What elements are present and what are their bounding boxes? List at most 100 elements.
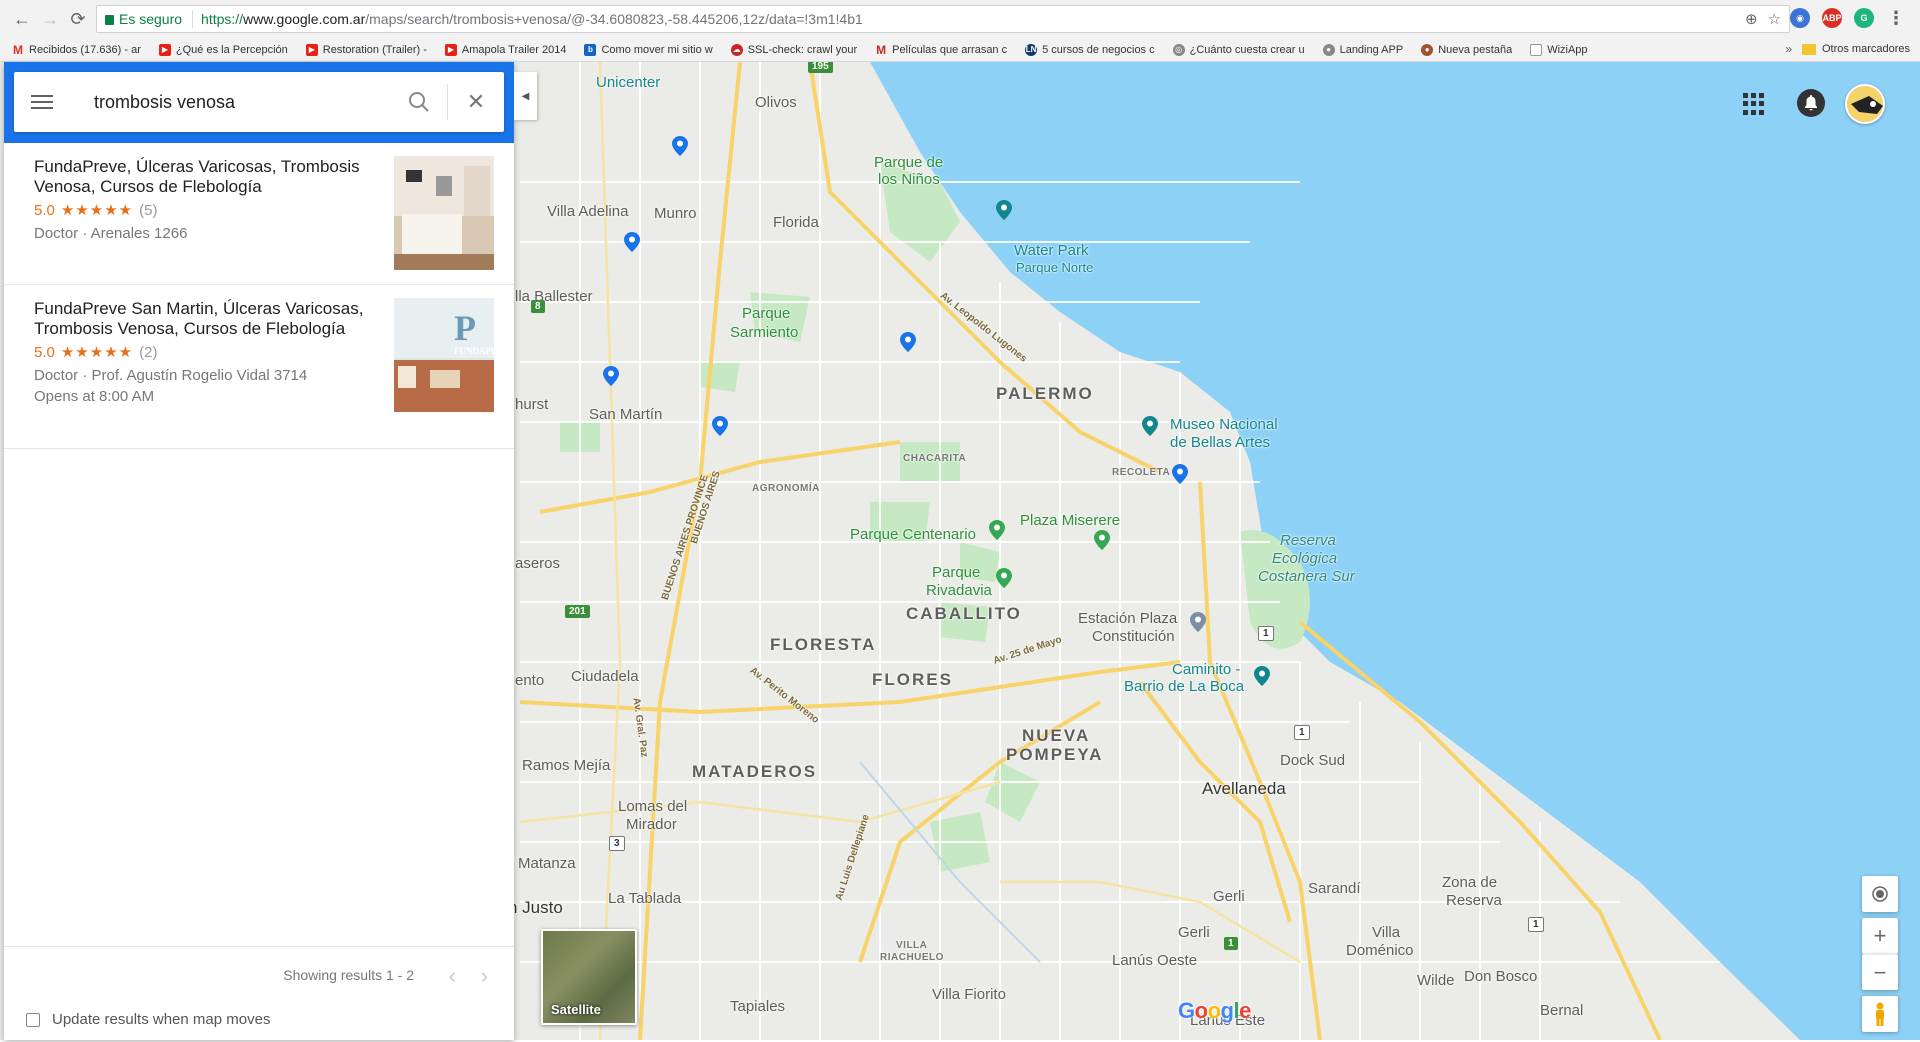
park-pin-icon[interactable] (989, 520, 1005, 540)
map-label-villa-dominico: Villa (1372, 924, 1401, 941)
caminito-pin-icon[interactable] (1254, 666, 1270, 686)
map-label-parque-sarmiento-2[interactable]: Sarmiento (730, 324, 798, 341)
url-path: /maps/search/trombosis+venosa/@-34.60808… (365, 11, 863, 27)
rating-value: 5.0 (34, 343, 55, 361)
checkbox[interactable] (26, 1012, 40, 1027)
result-item[interactable]: FundaPreve, Úlceras Varicosas, Trombosis… (4, 143, 514, 285)
search-header: ✕ (4, 62, 514, 143)
result-name[interactable]: FundaPreve San Martin, Úlceras Varicosas… (34, 299, 379, 339)
bookmark-item[interactable]: M Películas que arrasan c (875, 44, 1007, 56)
map-label-parque-rivadavia[interactable]: Parque (932, 564, 980, 581)
place-pin-icon[interactable] (603, 366, 619, 386)
update-results-toggle[interactable]: Update results when map moves (26, 1011, 270, 1028)
map-label-estacion-2[interactable]: Constitución (1092, 628, 1175, 645)
map-label-recoleta: RECOLETA (1112, 467, 1171, 478)
browser-menu-icon[interactable]: ⋮ (1886, 8, 1906, 28)
more-bookmarks-button[interactable]: » (1785, 42, 1792, 56)
map-label-parque-sarmiento[interactable]: Parque (742, 305, 790, 322)
back-button[interactable]: ← (8, 5, 36, 33)
review-count[interactable]: (2) (139, 344, 157, 361)
map-label-parque-ninos-2[interactable]: los Niños (878, 171, 940, 188)
map-label-parque-ninos[interactable]: Parque de (874, 154, 943, 171)
zoom-icon[interactable]: ⊕ (1745, 10, 1758, 28)
bookmark-item[interactable]: ▶ ¿Qué es la Percepción (158, 43, 288, 56)
prev-page-button[interactable]: ‹ (449, 963, 456, 989)
collapse-panel-button[interactable]: ◀ (514, 72, 537, 120)
result-name[interactable]: FundaPreve, Úlceras Varicosas, Trombosis… (34, 157, 379, 197)
map-label-villa-dominico-2: Doménico (1346, 942, 1414, 959)
map-label-caminito[interactable]: Caminito - (1172, 661, 1240, 678)
station-pin-icon[interactable] (1190, 612, 1206, 632)
pegman-icon[interactable] (1862, 996, 1898, 1032)
map-label-parque-rivadavia-2[interactable]: Rivadavia (926, 582, 992, 599)
secure-indicator[interactable]: Es seguro (105, 10, 194, 28)
map-label-avellaneda: Avellaneda (1202, 779, 1286, 798)
bookmark-item[interactable]: LN 5 cursos de negocios c (1025, 43, 1155, 56)
review-count[interactable]: (5) (139, 202, 157, 219)
bookmark-item[interactable]: ● Nueva pestaña (1421, 43, 1512, 56)
map-label-villa-ballester: lla Ballester (515, 288, 593, 305)
place-pin-icon[interactable] (1172, 464, 1188, 484)
map-label-unicenter[interactable]: Unicenter (596, 74, 660, 91)
map-label-museo-2[interactable]: de Bellas Artes (1170, 434, 1270, 451)
map-label-bernal: Bernal (1540, 1002, 1584, 1019)
place-pin-icon[interactable] (900, 332, 916, 352)
place-pin-icon[interactable] (672, 136, 688, 156)
map-label-zona-reserva: Zona de (1442, 874, 1498, 891)
zoom-in-button[interactable]: + (1862, 918, 1898, 954)
adblock-extension-icon[interactable]: ABP (1822, 8, 1842, 28)
search-icon[interactable] (391, 72, 447, 132)
water-park-pin-icon[interactable] (996, 200, 1012, 220)
map-label-don-bosco: Don Bosco (1464, 968, 1538, 985)
notifications-icon[interactable] (1797, 89, 1825, 117)
blog-icon: b (584, 43, 597, 56)
map-label-nueva-pompeya: NUEVA (1022, 726, 1091, 745)
forward-button[interactable]: → (36, 5, 64, 33)
bookmark-item[interactable]: WiziApp (1530, 43, 1588, 56)
map-label-estacion[interactable]: Estación Plaza (1078, 610, 1177, 627)
map-label-museo[interactable]: Museo Nacional (1170, 416, 1278, 433)
extension-icon[interactable]: ◉ (1790, 8, 1810, 28)
bookmark-item[interactable]: ◎ ¿Cuánto cuesta crear u (1172, 43, 1305, 56)
other-bookmarks-folder[interactable]: Otros marcadores (1801, 43, 1910, 55)
browser-toolbar: ← → ⟳ Es seguro https://www.google.com.a… (0, 0, 1920, 38)
route-shield: 8 (531, 300, 545, 313)
photo-caption: FUNDAPREV (454, 346, 494, 356)
bookmark-item[interactable]: ▶ Amapola Trailer 2014 (444, 43, 566, 56)
result-photo[interactable] (394, 156, 494, 270)
map-label-plaza-miserere[interactable]: Plaza Miserere (1020, 512, 1120, 529)
zoom-out-button[interactable]: − (1862, 954, 1898, 990)
apps-grid-icon[interactable] (1743, 93, 1765, 115)
route-shield: 195 (808, 62, 833, 73)
menu-icon[interactable] (14, 72, 70, 132)
bookmark-item[interactable]: b Como mover mi sitio w (584, 43, 713, 56)
next-page-button[interactable]: › (481, 963, 488, 989)
map-label-parque-centenario[interactable]: Parque Centenario (850, 526, 976, 543)
bookmark-item[interactable]: ▶ Restoration (Trailer) - (305, 43, 427, 56)
bookmark-item[interactable]: ☁ SSL-check: crawl your (730, 43, 857, 56)
map-label-gerli: Gerli (1213, 888, 1245, 905)
close-icon[interactable]: ✕ (448, 72, 504, 132)
park-pin-icon[interactable] (996, 568, 1012, 588)
lock-icon (105, 15, 114, 25)
rating-value: 5.0 (34, 201, 55, 219)
place-pin-icon[interactable] (624, 232, 640, 252)
park-pin-icon[interactable] (1094, 530, 1110, 550)
bookmark-star-icon[interactable]: ☆ (1768, 10, 1781, 28)
my-location-button[interactable] (1862, 876, 1898, 912)
map-label-caminito-2[interactable]: Barrio de La Boca (1124, 678, 1244, 695)
address-bar[interactable]: Es seguro https://www.google.com.ar/maps… (96, 5, 1790, 33)
bookmark-item[interactable]: M Recibidos (17.636) - ar (12, 44, 141, 56)
grammarly-extension-icon[interactable]: G (1854, 8, 1874, 28)
search-input[interactable] (70, 91, 391, 113)
place-pin-icon[interactable] (712, 416, 728, 436)
route-shield: 201 (565, 605, 590, 618)
account-avatar[interactable] (1845, 84, 1885, 124)
reload-button[interactable]: ⟳ (64, 5, 92, 33)
result-photo[interactable]: P FUNDAPREV (394, 298, 494, 412)
satellite-toggle[interactable]: Satellite (541, 929, 637, 1025)
bookmark-item[interactable]: ● Landing APP (1322, 43, 1403, 56)
result-item[interactable]: FundaPreve San Martin, Úlceras Varicosas… (4, 285, 514, 449)
map-label-water-park[interactable]: Water Park (1014, 242, 1088, 259)
museum-pin-icon[interactable] (1142, 416, 1158, 436)
